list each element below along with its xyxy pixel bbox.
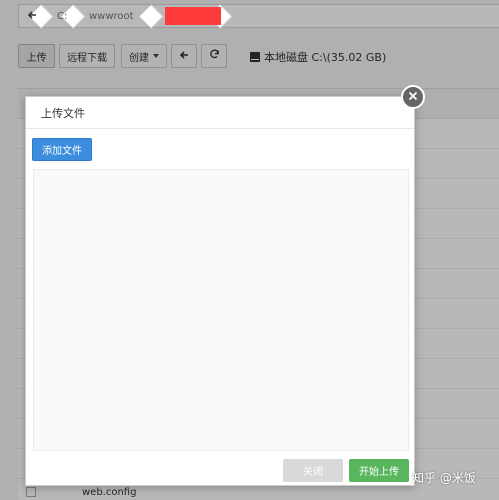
dialog-title: 上传文件 [41, 106, 85, 120]
close-icon [408, 91, 418, 104]
start-upload-button[interactable]: 开始上传 [349, 459, 409, 482]
upload-file-area[interactable] [33, 169, 409, 451]
breadcrumb-item-redacted[interactable] [155, 5, 221, 27]
watermark: 知乎 @米饭 [412, 471, 476, 485]
arrow-left-icon [27, 10, 37, 23]
upload-dialog: 上传文件 添加文件 关闭 开始上传 [25, 96, 415, 486]
add-files-button[interactable]: 添加文件 [32, 138, 92, 161]
dialog-close-button[interactable] [401, 85, 425, 109]
dialog-header: 上传文件 [26, 97, 414, 129]
close-button[interactable]: 关闭 [283, 459, 343, 482]
redaction-block [165, 7, 221, 25]
